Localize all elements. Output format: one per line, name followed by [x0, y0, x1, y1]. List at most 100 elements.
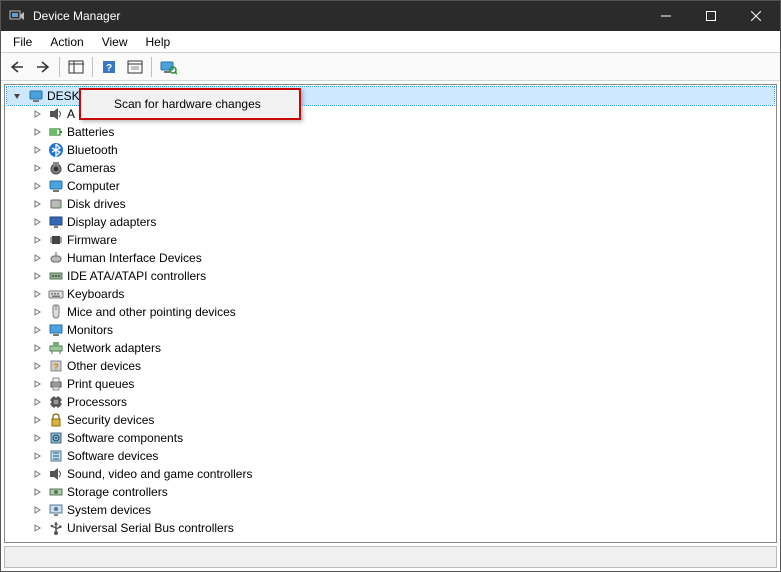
device-category-network[interactable]: Network adapters: [27, 339, 774, 357]
device-category-camera[interactable]: Cameras: [27, 159, 774, 177]
chevron-right-icon[interactable]: [31, 162, 43, 174]
category-label: Human Interface Devices: [67, 251, 202, 265]
show-hide-tree-button[interactable]: [64, 56, 88, 78]
category-label: Print queues: [67, 377, 134, 391]
device-category-system[interactable]: System devices: [27, 501, 774, 519]
category-label: Processors: [67, 395, 127, 409]
camera-icon: [48, 160, 64, 176]
device-category-security[interactable]: Security devices: [27, 411, 774, 429]
device-category-bluetooth[interactable]: Bluetooth: [27, 141, 774, 159]
category-label: Firmware: [67, 233, 117, 247]
device-category-monitor[interactable]: Monitors: [27, 321, 774, 339]
sound-icon: [48, 106, 64, 122]
category-label: Bluetooth: [67, 143, 118, 157]
device-category-usb[interactable]: Universal Serial Bus controllers: [27, 519, 774, 537]
chevron-right-icon[interactable]: [31, 360, 43, 372]
close-button[interactable]: [733, 1, 778, 31]
device-category-computer[interactable]: Computer: [27, 177, 774, 195]
menubar: File Action View Help: [1, 31, 780, 53]
chip-icon: [48, 232, 64, 248]
category-label: Other devices: [67, 359, 141, 373]
chevron-right-icon[interactable]: [31, 504, 43, 516]
category-label: Computer: [67, 179, 120, 193]
chevron-right-icon[interactable]: [31, 216, 43, 228]
device-category-ide[interactable]: IDE ATA/ATAPI controllers: [27, 267, 774, 285]
chevron-right-icon[interactable]: [31, 180, 43, 192]
chevron-right-icon[interactable]: [31, 126, 43, 138]
chevron-down-icon[interactable]: [11, 90, 23, 102]
help-button[interactable]: ?: [97, 56, 121, 78]
security-icon: [48, 412, 64, 428]
scan-hardware-button[interactable]: [156, 56, 180, 78]
window-title: Device Manager: [33, 9, 643, 23]
menu-view[interactable]: View: [94, 33, 136, 51]
category-label: Batteries: [67, 125, 114, 139]
device-category-sound[interactable]: Sound, video and game controllers: [27, 465, 774, 483]
usb-icon: [48, 520, 64, 536]
battery-icon: [48, 124, 64, 140]
chevron-right-icon[interactable]: [31, 450, 43, 462]
chevron-right-icon[interactable]: [31, 108, 43, 120]
chevron-right-icon[interactable]: [31, 378, 43, 390]
mouse-icon: [48, 304, 64, 320]
chevron-right-icon[interactable]: [31, 198, 43, 210]
chevron-right-icon[interactable]: [31, 396, 43, 408]
chevron-right-icon[interactable]: [31, 306, 43, 318]
category-label: Software components: [67, 431, 183, 445]
device-category-softcomp[interactable]: Software components: [27, 429, 774, 447]
device-category-display[interactable]: Display adapters: [27, 213, 774, 231]
statusbar: [4, 546, 777, 568]
chevron-right-icon[interactable]: [31, 414, 43, 426]
device-category-keyboard[interactable]: Keyboards: [27, 285, 774, 303]
category-label: Universal Serial Bus controllers: [67, 521, 234, 535]
device-category-hid[interactable]: Human Interface Devices: [27, 249, 774, 267]
device-category-battery[interactable]: Batteries: [27, 123, 774, 141]
softcomp-icon: [48, 430, 64, 446]
category-label: Keyboards: [67, 287, 124, 301]
toolbar: ?: [1, 53, 780, 81]
chevron-right-icon[interactable]: [31, 252, 43, 264]
category-label: System devices: [67, 503, 151, 517]
menu-action[interactable]: Action: [42, 33, 91, 51]
device-category-cpu[interactable]: Processors: [27, 393, 774, 411]
device-category-mouse[interactable]: Mice and other pointing devices: [27, 303, 774, 321]
device-category-printer[interactable]: Print queues: [27, 375, 774, 393]
chevron-right-icon[interactable]: [31, 144, 43, 156]
softdev-icon: [48, 448, 64, 464]
printer-icon: [48, 376, 64, 392]
device-category-other[interactable]: Other devices: [27, 357, 774, 375]
menu-help[interactable]: Help: [138, 33, 179, 51]
maximize-button[interactable]: [688, 1, 733, 31]
other-icon: [48, 358, 64, 374]
category-label: Security devices: [67, 413, 154, 427]
chevron-right-icon[interactable]: [31, 270, 43, 282]
toolbar-separator: [92, 57, 93, 77]
chevron-right-icon[interactable]: [31, 324, 43, 336]
device-category-softdev[interactable]: Software devices: [27, 447, 774, 465]
ide-icon: [48, 268, 64, 284]
chevron-right-icon[interactable]: [31, 342, 43, 354]
device-tree-pane[interactable]: DESKT ABatteriesBluetoothCamerasComputer…: [4, 84, 777, 543]
svg-text:?: ?: [106, 63, 112, 74]
chevron-right-icon[interactable]: [31, 522, 43, 534]
category-label: A: [67, 107, 75, 121]
chevron-right-icon[interactable]: [31, 234, 43, 246]
bluetooth-icon: [48, 142, 64, 158]
forward-button[interactable]: [31, 56, 55, 78]
context-scan-hardware[interactable]: Scan for hardware changes: [84, 93, 296, 115]
properties-button[interactable]: [123, 56, 147, 78]
device-category-disk[interactable]: Disk drives: [27, 195, 774, 213]
device-category-chip[interactable]: Firmware: [27, 231, 774, 249]
back-button[interactable]: [5, 56, 29, 78]
menu-file[interactable]: File: [5, 33, 40, 51]
chevron-right-icon[interactable]: [31, 486, 43, 498]
device-category-storage[interactable]: Storage controllers: [27, 483, 774, 501]
chevron-right-icon[interactable]: [31, 288, 43, 300]
titlebar: Device Manager: [1, 1, 780, 31]
minimize-button[interactable]: [643, 1, 688, 31]
chevron-right-icon[interactable]: [31, 432, 43, 444]
category-label: Software devices: [67, 449, 158, 463]
category-label: IDE ATA/ATAPI controllers: [67, 269, 206, 283]
chevron-right-icon[interactable]: [31, 468, 43, 480]
hid-icon: [48, 250, 64, 266]
